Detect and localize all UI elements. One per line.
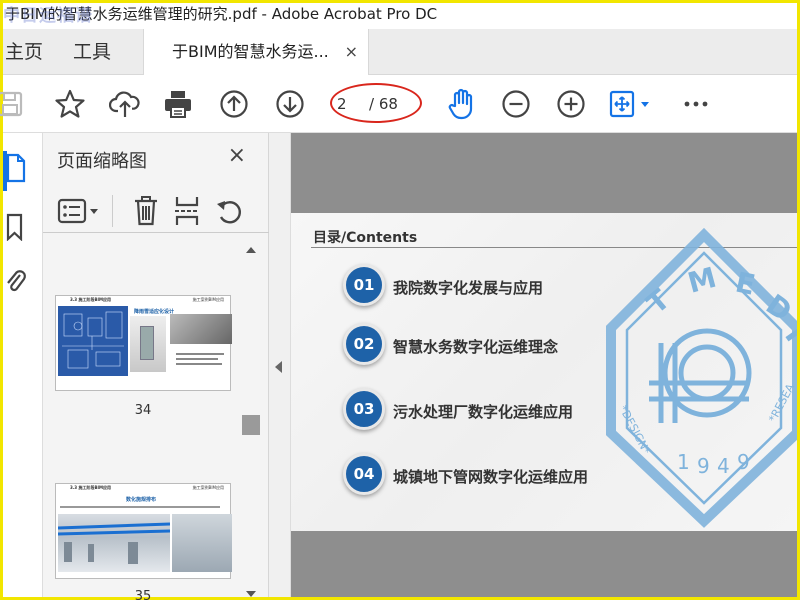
thumbnail-subheader: 施工案例BIM应用	[192, 485, 224, 490]
thumbnail-caption: 降雨雪适应化设计	[134, 309, 175, 315]
equipment-render	[130, 316, 166, 372]
save-icon[interactable]	[0, 87, 27, 121]
zoom-in-icon[interactable]	[554, 87, 588, 121]
thumbnail-toolbar	[43, 189, 269, 233]
annotation-ellipse	[330, 83, 422, 123]
panel-collapse-strip[interactable]	[269, 133, 291, 597]
thumbnail-header-bar: 3.3 施工阶段BIM应用 施工案例BIM应用	[56, 484, 230, 494]
contents-item-text: 我院数字化发展与应用	[393, 279, 544, 297]
blueprint-image	[58, 306, 128, 376]
pdf-page: 目录/Contents T M E D I 1 9 4 9 *DESIGN* *…	[291, 213, 797, 531]
contents-number-badge: 02	[343, 323, 385, 365]
contents-number-badge: 04	[343, 453, 385, 495]
delete-page-icon[interactable]	[133, 195, 159, 231]
bookmark-star-icon[interactable]	[53, 87, 87, 121]
thumbnail-page-number: 35	[134, 589, 152, 600]
svg-text:M: M	[684, 261, 719, 300]
page-thumbnails-panel: 页面缩略图 × 3.3 施工阶段BIM应用 施工案例BIM应用 降雨雪适应化设计	[43, 133, 269, 600]
cloud-upload-icon[interactable]	[108, 87, 142, 121]
tab-tools[interactable]: 工具	[73, 29, 111, 75]
scroll-up-arrow[interactable]	[246, 247, 256, 253]
scroll-down-arrow[interactable]	[246, 591, 256, 597]
page-thumbnail-34[interactable]: 3.3 施工阶段BIM应用 施工案例BIM应用 降雨雪适应化设计	[55, 295, 232, 391]
photo-render	[170, 314, 232, 344]
panel-title: 页面缩略图	[57, 151, 147, 172]
thumbnail-scrollbar[interactable]	[242, 245, 260, 597]
document-viewer[interactable]: 目录/Contents T M E D I 1 9 4 9 *DESIGN* *…	[291, 133, 797, 597]
next-page-icon[interactable]	[273, 87, 307, 121]
svg-text:9: 9	[737, 450, 750, 474]
page-thumbnails-icon[interactable]	[5, 153, 27, 187]
more-options-icon[interactable]	[679, 87, 713, 121]
contents-number-badge: 03	[343, 388, 385, 430]
thumbnail-text-line	[60, 506, 228, 512]
page-thumbnail-35[interactable]: 3.3 施工阶段BIM应用 施工案例BIM应用 数化施规排布	[55, 483, 232, 579]
tmedi-logo: T M E D I 1949 *DESIGN* *RESEA	[606, 227, 797, 528]
attachments-icon[interactable]	[5, 267, 27, 299]
window-titlebar: 于BIM的智慧水务运维管理的研究.pdf - Adobe Acrobat Pro…	[3, 3, 797, 29]
contents-item-text: 污水处理厂数字化运维应用	[393, 403, 574, 421]
previous-page-icon[interactable]	[217, 87, 251, 121]
tab-home[interactable]: 主页	[5, 29, 43, 75]
tab-document-label: 于BIM的智慧水务运...	[172, 42, 329, 61]
watermark-text: 中日运福谱	[3, 6, 93, 26]
panel-close-button[interactable]: ×	[228, 143, 246, 168]
toolbar-divider	[112, 195, 113, 227]
print-icon[interactable]	[161, 87, 195, 121]
thumbnail-header-bar: 3.3 施工阶段BIM应用 施工案例BIM应用	[56, 296, 230, 306]
fit-page-icon[interactable]	[609, 87, 655, 121]
contents-number-badge: 01	[343, 264, 385, 306]
collapse-arrow-icon[interactable]	[275, 361, 282, 373]
contents-item-text: 智慧水务数字化运维理念	[393, 338, 559, 356]
svg-text:1: 1	[677, 450, 690, 474]
hand-tool-icon[interactable]	[445, 87, 479, 121]
thumbnail-options-icon[interactable]	[57, 197, 103, 229]
svg-text:9: 9	[697, 454, 710, 478]
main-toolbar: / 68	[0, 75, 797, 133]
tab-bar: 主页 工具 于BIM的智慧水务运... ×	[3, 29, 797, 76]
extract-pages-icon[interactable]	[173, 195, 201, 231]
bookmarks-icon[interactable]	[5, 213, 25, 245]
left-navigation-rail	[3, 133, 43, 597]
pipe-gallery-render	[57, 514, 171, 572]
rotate-page-icon[interactable]	[215, 197, 245, 231]
thumbnail-header: 3.3 施工阶段BIM应用	[70, 297, 111, 302]
thumbnail-caption: 数化施规排布	[126, 497, 157, 503]
contents-title: 目录/Contents	[313, 230, 418, 246]
scroll-thumb[interactable]	[242, 415, 260, 435]
bullet-notes	[176, 350, 228, 374]
tab-document[interactable]: 于BIM的智慧水务运... ×	[143, 29, 369, 76]
zoom-out-icon[interactable]	[499, 87, 533, 121]
corridor-render	[172, 514, 232, 572]
thumbnail-page-number: 34	[134, 403, 152, 418]
tab-close-button[interactable]: ×	[345, 29, 358, 75]
thumbnail-header: 3.3 施工阶段BIM应用	[70, 485, 111, 490]
contents-item-text: 城镇地下管网数字化运维应用	[393, 468, 589, 486]
thumbnail-subheader: 施工案例BIM应用	[192, 297, 224, 302]
svg-text:4: 4	[717, 454, 730, 478]
